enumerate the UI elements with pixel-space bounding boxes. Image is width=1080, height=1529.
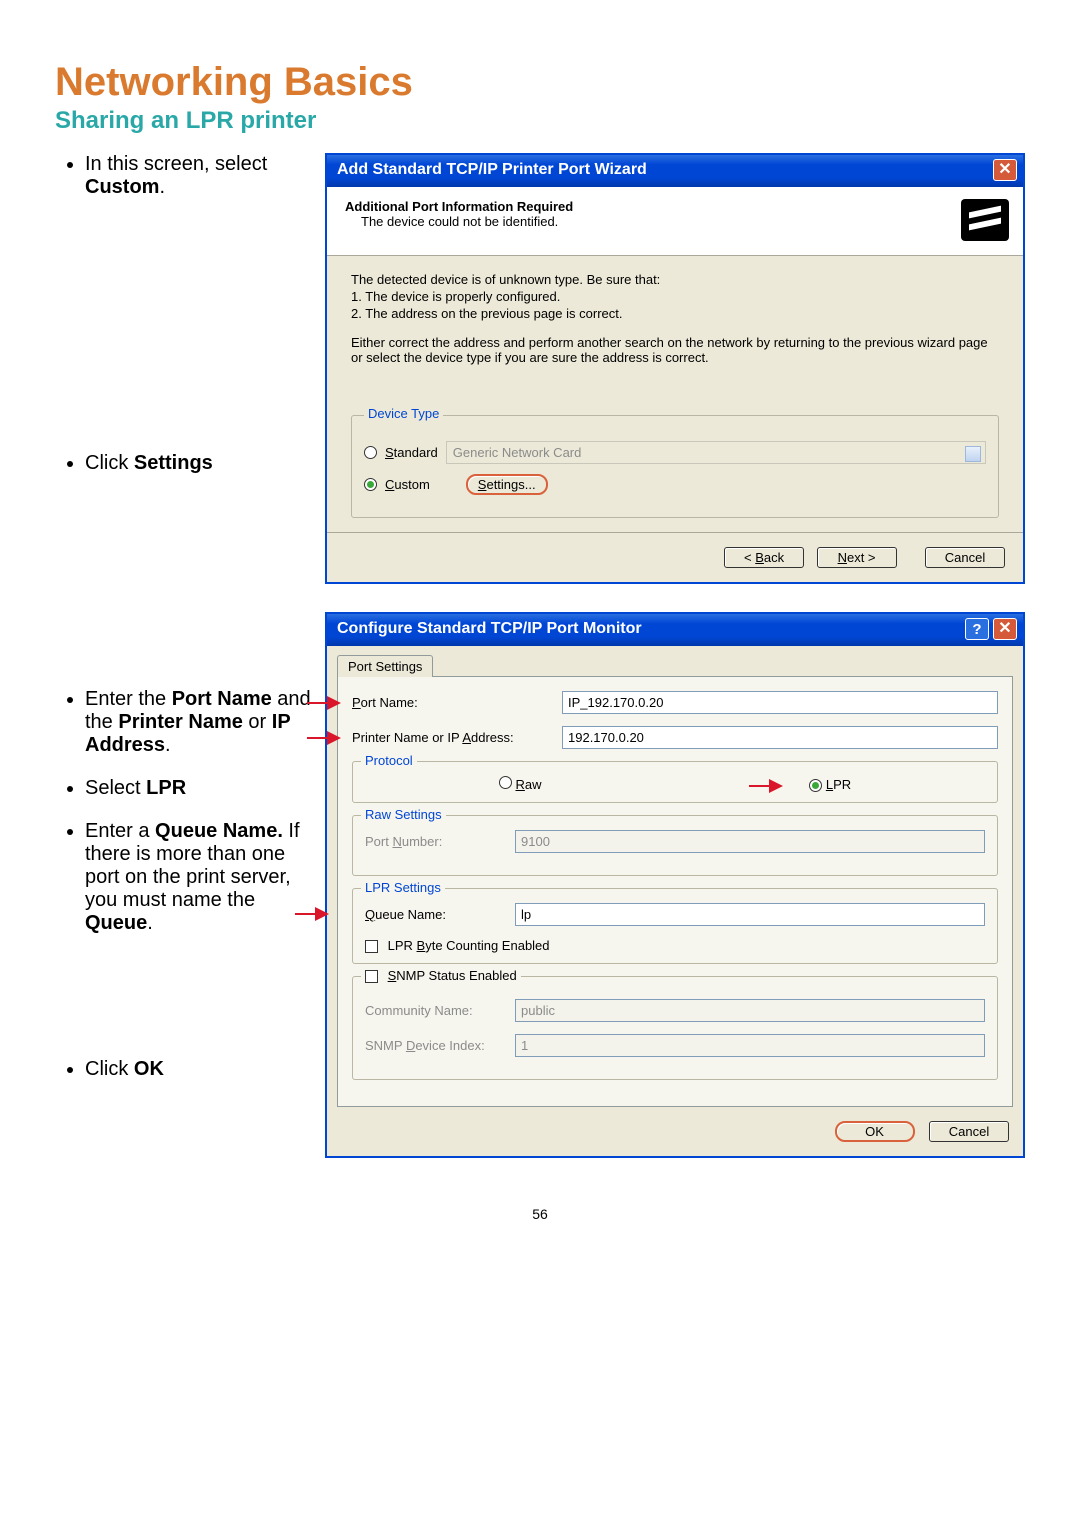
configure-title: Configure Standard TCP/IP Port Monitor bbox=[337, 620, 642, 638]
wizard-window: Add Standard TCP/IP Printer Port Wizard … bbox=[325, 153, 1025, 584]
snmp-index-label: SNMP Device Index: bbox=[365, 1038, 505, 1053]
wizard-titlebar: Add Standard TCP/IP Printer Port Wizard … bbox=[327, 155, 1023, 187]
wizard-body-p2: Either correct the address and perform a… bbox=[351, 335, 999, 365]
protocol-legend: Protocol bbox=[361, 753, 417, 768]
config-cancel-button[interactable]: Cancel bbox=[929, 1121, 1009, 1142]
radio-standard[interactable] bbox=[364, 446, 377, 459]
instruction-4: Select LPR bbox=[85, 777, 315, 800]
printer-icon bbox=[961, 199, 1009, 241]
community-label: Community Name: bbox=[365, 1003, 505, 1018]
lpr-byte-label: LPR Byte Counting Enabled bbox=[388, 938, 550, 953]
snmp-index-input: 1 bbox=[515, 1034, 985, 1057]
close-icon[interactable]: ✕ bbox=[993, 618, 1017, 640]
community-input: public bbox=[515, 999, 985, 1022]
wizard-body-line1: The detected device is of unknown type. … bbox=[351, 272, 999, 287]
instruction-6: Click OK bbox=[85, 1058, 315, 1081]
wizard-title: Add Standard TCP/IP Printer Port Wizard bbox=[337, 161, 647, 179]
wizard-body-line2: 1. The device is properly configured. bbox=[351, 289, 999, 304]
instruction-column: In this screen, select Custom. Click Set… bbox=[55, 153, 325, 1089]
configure-window: Configure Standard TCP/IP Port Monitor ?… bbox=[325, 612, 1025, 1158]
snmp-label: SNMP Status Enabled bbox=[388, 968, 517, 983]
wizard-body-line3: 2. The address on the previous page is c… bbox=[351, 306, 999, 321]
instruction-5: Enter a Queue Name. If there is more tha… bbox=[85, 820, 315, 935]
arrow-icon bbox=[327, 696, 341, 710]
ip-input[interactable]: 192.170.0.20 bbox=[562, 726, 998, 749]
radio-lpr-label: LPR bbox=[826, 777, 851, 792]
configure-titlebar: Configure Standard TCP/IP Port Monitor ?… bbox=[327, 614, 1023, 646]
raw-settings-legend: Raw Settings bbox=[361, 807, 446, 822]
port-number-label: Port Number: bbox=[365, 834, 505, 849]
ok-button[interactable]: OK bbox=[835, 1121, 915, 1142]
queue-name-label: Queue Name: bbox=[365, 907, 505, 922]
help-icon[interactable]: ? bbox=[965, 618, 989, 640]
instruction-3: Enter the Port Name and the Printer Name… bbox=[85, 688, 315, 757]
instruction-2: Click Settings bbox=[85, 452, 315, 475]
radio-custom-label: Custom bbox=[385, 477, 430, 492]
lpr-byte-checkbox[interactable] bbox=[365, 940, 378, 953]
device-type-group: Device Type Standard Generic Network Car… bbox=[351, 415, 999, 518]
lpr-byte-checkbox-row: LPR Byte Counting Enabled bbox=[365, 938, 985, 953]
port-name-input[interactable]: IP_192.170.0.20 bbox=[562, 691, 998, 714]
page-number: 56 bbox=[55, 1206, 1025, 1222]
port-name-label: Port Name: bbox=[352, 695, 552, 710]
page-subtitle: Sharing an LPR printer bbox=[55, 107, 1025, 135]
snmp-checkbox[interactable] bbox=[365, 970, 378, 983]
radio-raw-label: Raw bbox=[515, 777, 541, 792]
arrow-icon bbox=[327, 731, 341, 745]
page-title: Networking Basics bbox=[55, 60, 1025, 105]
lpr-settings-legend: LPR Settings bbox=[361, 880, 445, 895]
next-button[interactable]: Next > bbox=[817, 547, 897, 568]
radio-standard-label: Standard bbox=[385, 445, 438, 460]
settings-button[interactable]: Settings... bbox=[466, 474, 548, 495]
device-type-legend: Device Type bbox=[364, 406, 443, 421]
wizard-header-text: Additional Port Information Required The… bbox=[345, 199, 573, 229]
radio-custom[interactable] bbox=[364, 478, 377, 491]
raw-settings-group: Raw Settings Port Number: 9100 bbox=[352, 815, 998, 876]
radio-raw[interactable] bbox=[499, 776, 512, 789]
radio-lpr[interactable] bbox=[809, 779, 822, 792]
snmp-group: SNMP Status Enabled Community Name: publ… bbox=[352, 976, 998, 1080]
protocol-group: Protocol Raw LPR bbox=[352, 761, 998, 803]
port-number-input: 9100 bbox=[515, 830, 985, 853]
tab-port-settings[interactable]: Port Settings bbox=[337, 655, 433, 677]
queue-name-input[interactable]: lp bbox=[515, 903, 985, 926]
arrow-icon bbox=[315, 907, 329, 921]
instruction-1: In this screen, select Custom. bbox=[85, 153, 315, 199]
back-button[interactable]: < Back bbox=[724, 547, 804, 568]
wizard-cancel-button[interactable]: Cancel bbox=[925, 547, 1005, 568]
lpr-settings-group: LPR Settings Queue Name: lp LPR Byte Cou… bbox=[352, 888, 998, 964]
arrow-icon bbox=[769, 779, 783, 793]
standard-dropdown: Generic Network Card bbox=[446, 441, 986, 464]
close-icon[interactable]: ✕ bbox=[993, 159, 1017, 181]
ip-label: Printer Name or IP Address: bbox=[352, 730, 552, 745]
